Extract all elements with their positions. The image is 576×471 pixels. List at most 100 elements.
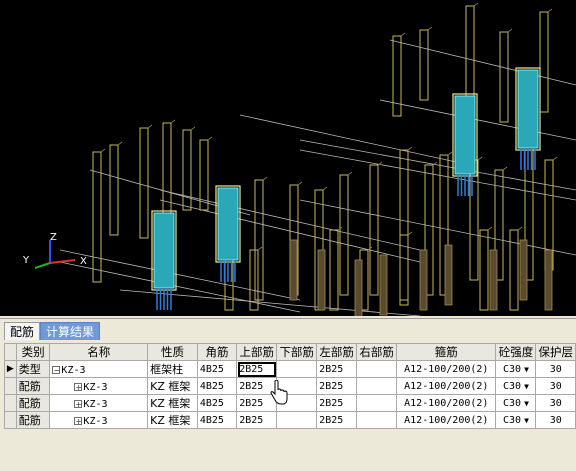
cell-concrete-grade[interactable]: C30 ▼ (495, 377, 537, 395)
cell-concrete-grade[interactable]: C30 ▼ (495, 360, 537, 378)
column-edge (207, 136, 213, 141)
column-edge (147, 124, 153, 129)
cell-concrete-grade[interactable]: C30 ▼ (495, 411, 537, 429)
cell-stirrup[interactable]: A12-100/200(2) (396, 411, 497, 429)
column-solid (379, 254, 388, 316)
axis-y-line (34, 262, 51, 269)
column-edge (400, 32, 406, 37)
cell-corner-bar[interactable]: 4B25 (196, 360, 238, 378)
header-top-bar[interactable]: 上部筋 (236, 343, 278, 361)
cell-left-bar[interactable]: 2B25 (316, 360, 358, 378)
tab-reinforcement[interactable]: 配筋 (4, 322, 41, 340)
collapse-icon[interactable]: − (52, 365, 61, 374)
table-row[interactable]: 配筋 +KZ-3 KZ 框架 4B25 2B25 2B25 A12-100/20… (4, 411, 576, 429)
table-row[interactable]: 配筋 +KZ-3 KZ 框架 4B25 2B25 2B25 A12-100/20… (4, 394, 576, 412)
column-wireframe (419, 29, 429, 101)
column-edge (100, 148, 106, 153)
structure-wireframe[interactable]: Z Y X (0, 0, 576, 316)
column-edge (262, 176, 268, 181)
dropdown-arrow-icon[interactable]: ▼ (524, 399, 529, 408)
cell-right-bar[interactable] (356, 360, 398, 378)
header-corner-bar[interactable]: 角筋 (196, 343, 238, 361)
header-property[interactable]: 性质 (147, 343, 198, 361)
cell-bottom-bar[interactable] (276, 411, 318, 429)
beam-line (379, 99, 576, 141)
cell-name[interactable]: +KZ-3 (49, 377, 149, 395)
cell-category[interactable]: 配筋 (15, 394, 51, 412)
column-wireframe (139, 127, 149, 239)
cell-cover[interactable]: 30 (535, 411, 576, 429)
column-solid (419, 249, 428, 311)
column-solid (489, 249, 498, 311)
cell-property[interactable]: KZ 框架 (147, 411, 198, 429)
beam-line (59, 261, 301, 313)
cell-stirrup[interactable]: A12-100/200(2) (396, 394, 497, 412)
column-solid (354, 259, 363, 316)
hand-cursor-icon (270, 380, 288, 405)
cell-left-bar[interactable]: 2B25 (316, 377, 358, 395)
cell-bottom-bar[interactable] (276, 360, 318, 378)
cell-right-bar[interactable] (356, 411, 398, 429)
header-category[interactable]: 类别 (15, 343, 51, 361)
tab-calculation-results[interactable]: 计算结果 (40, 322, 101, 340)
header-right-bar[interactable]: 右部筋 (356, 343, 398, 361)
cell-right-bar[interactable] (356, 377, 398, 395)
cell-property[interactable]: KZ 框架 (147, 377, 198, 395)
cell-category[interactable]: 配筋 (15, 411, 51, 429)
header-stirrup[interactable]: 箍筋 (396, 343, 497, 361)
header-left-bar[interactable]: 左部筋 (316, 343, 358, 361)
cell-category[interactable]: 类型 (15, 360, 51, 378)
expand-icon[interactable]: + (74, 382, 83, 391)
cell-name[interactable]: +KZ-3 (49, 411, 149, 429)
column-wireframe (339, 174, 349, 296)
cell-left-bar[interactable]: 2B25 (316, 411, 358, 429)
cell-stirrup[interactable]: A12-100/200(2) (396, 360, 497, 378)
dropdown-arrow-icon[interactable]: ▼ (524, 382, 529, 391)
column-edge (473, 2, 479, 7)
cell-cover[interactable]: 30 (535, 394, 576, 412)
cell-property[interactable]: KZ 框架 (147, 394, 198, 412)
header-name[interactable]: 名称 (49, 343, 149, 361)
cell-cover[interactable]: 30 (535, 377, 576, 395)
cell-name[interactable]: −KZ-3 (49, 360, 149, 378)
column-edge (257, 246, 263, 251)
beam-line (59, 249, 301, 301)
header-cover[interactable]: 保护层 (535, 343, 576, 361)
column-wireframe (465, 5, 475, 97)
column-wireframe (399, 149, 409, 301)
column-edge (552, 156, 558, 161)
expand-icon[interactable]: + (74, 416, 83, 425)
cell-top-bar[interactable]: 2B25 (236, 360, 278, 378)
cell-left-bar[interactable]: 2B25 (316, 394, 358, 412)
column-edge (190, 126, 196, 131)
column-edge (502, 166, 508, 171)
selected-column-body (454, 95, 476, 175)
expand-icon[interactable]: + (74, 399, 83, 408)
cell-name[interactable]: +KZ-3 (49, 394, 149, 412)
column-wireframe (162, 122, 172, 224)
cell-corner-bar[interactable]: 4B25 (196, 411, 238, 429)
cell-category[interactable]: 配筋 (15, 377, 51, 395)
dropdown-arrow-icon[interactable]: ▼ (524, 416, 529, 425)
reinforcement-table: 类别 名称 性质 角筋 上部筋 下部筋 左部筋 右部筋 箍筋 砼强度 保护层 ▶… (4, 343, 576, 429)
cell-concrete-grade[interactable]: C30 ▼ (495, 394, 537, 412)
table-row[interactable]: ▶ 类型 −KZ-3 框架柱 4B25 2B25 2B25 A12-100/20… (4, 360, 576, 378)
header-concrete-grade[interactable]: 砼强度 (495, 343, 537, 361)
panel-tabs: 配筋 计算结果 (4, 322, 101, 340)
3d-model-viewport[interactable]: Z Y X (0, 0, 576, 316)
cell-right-bar[interactable] (356, 394, 398, 412)
header-bottom-bar[interactable]: 下部筋 (276, 343, 318, 361)
column-wireframe (254, 179, 264, 301)
cell-corner-bar[interactable]: 4B25 (196, 394, 238, 412)
cell-cover[interactable]: 30 (535, 360, 576, 378)
cell-property[interactable]: 框架柱 (147, 360, 198, 378)
table-header-row: 类别 名称 性质 角筋 上部筋 下部筋 左部筋 右部筋 箍筋 砼强度 保护层 (4, 343, 576, 361)
cell-top-bar[interactable]: 2B25 (236, 411, 278, 429)
column-edge (347, 171, 353, 176)
cell-stirrup[interactable]: A12-100/200(2) (396, 377, 497, 395)
dropdown-arrow-icon[interactable]: ▼ (524, 365, 529, 374)
column-solid (519, 239, 528, 301)
table-row[interactable]: 配筋 +KZ-3 KZ 框架 4B25 2B25 2B25 A12-100/20… (4, 377, 576, 395)
cell-corner-bar[interactable]: 4B25 (196, 377, 238, 395)
column-edge (170, 119, 176, 124)
